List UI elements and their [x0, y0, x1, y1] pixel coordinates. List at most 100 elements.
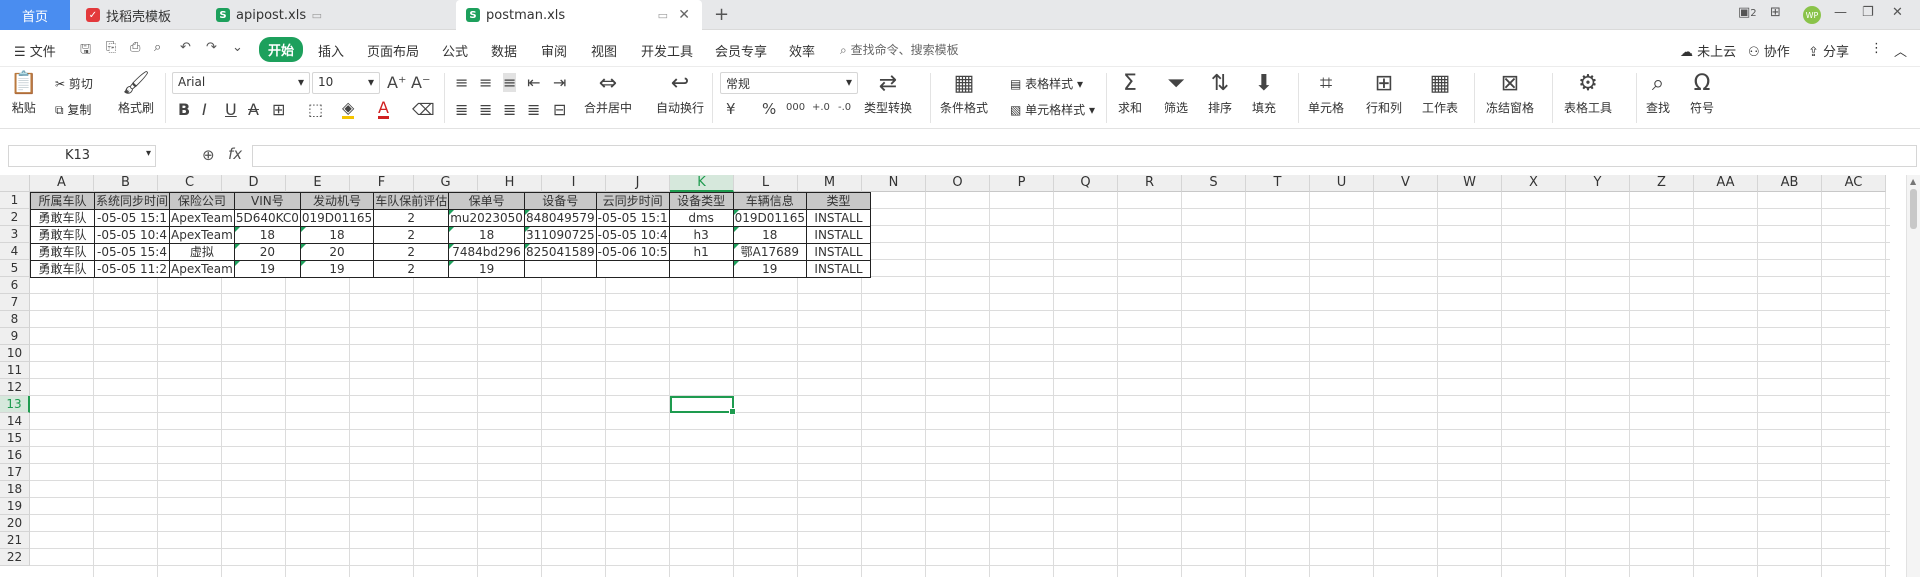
table-cell[interactable]: 勇敢车队 — [30, 226, 95, 244]
row-header-4[interactable]: 4 — [0, 243, 30, 260]
row-header-9[interactable]: 9 — [0, 328, 30, 345]
column-header-k[interactable]: K — [670, 175, 734, 192]
row-header-8[interactable]: 8 — [0, 311, 30, 328]
apps-grid-icon[interactable]: ⊞ — [1770, 5, 1781, 20]
column-header-u[interactable]: U — [1310, 175, 1374, 192]
collab-button[interactable]: ⚇ 协作 — [1748, 41, 1790, 60]
column-header-z[interactable]: Z — [1630, 175, 1694, 192]
cell-button[interactable]: ⌗ 单元格 — [1308, 71, 1344, 116]
table-cell[interactable]: ApexTeam — [169, 260, 235, 278]
table-cell[interactable]: ApexTeam — [169, 209, 235, 227]
tab-apipost[interactable]: S apipost.xls ▭ — [206, 0, 452, 30]
collapse-ribbon-icon[interactable]: ︿ — [1894, 41, 1907, 60]
copy-button[interactable]: ⧉ 复制 — [55, 101, 91, 118]
table-cell[interactable]: 2 — [373, 243, 450, 261]
save-icon[interactable]: 🖫 — [80, 40, 91, 62]
column-header-q[interactable]: Q — [1054, 175, 1118, 192]
table-cell[interactable] — [668, 260, 734, 278]
menu-efficiency[interactable]: 效率 — [789, 41, 815, 60]
table-cell[interactable]: 2 — [373, 226, 450, 244]
header-cell[interactable]: 车辆信息 — [732, 192, 807, 210]
tab-home[interactable]: 首页 — [0, 0, 70, 30]
header-cell[interactable]: 保险公司 — [169, 192, 235, 210]
column-header-ab[interactable]: AB — [1758, 175, 1822, 192]
print-icon[interactable]: ⎙ — [130, 40, 140, 55]
menu-formula[interactable]: 公式 — [442, 41, 468, 60]
table-cell[interactable]: 19 — [233, 260, 301, 278]
column-header-f[interactable]: F — [350, 175, 414, 192]
row-header-15[interactable]: 15 — [0, 430, 30, 447]
table-cell[interactable]: 825041589 — [523, 243, 597, 261]
decimal-decrease-icon[interactable]: -.0 — [838, 102, 851, 113]
column-header-n[interactable]: N — [862, 175, 926, 192]
fx-icon[interactable]: fx — [228, 145, 242, 163]
header-cell[interactable]: 类型 — [805, 192, 871, 210]
tab-template[interactable]: ✓ 找稻壳模板 — [76, 0, 202, 30]
table-cell[interactable]: 19 — [299, 260, 375, 278]
decimal-increase-icon[interactable]: +.0 — [812, 102, 830, 113]
cell-area[interactable]: 所属车队 系统同步时间 保险公司 VIN号 发动机号 车队保前评估 保单号 设备号 云同步时间设… — [30, 192, 1890, 577]
table-cell[interactable]: h1 — [668, 243, 734, 261]
row-header-20[interactable]: 20 — [0, 515, 30, 532]
new-tab-icon[interactable]: + — [714, 4, 729, 25]
align-top-icon[interactable]: ≡ — [455, 73, 468, 92]
header-cell[interactable]: 系统同步时间 — [93, 192, 171, 210]
menu-vip[interactable]: 会员专享 — [715, 41, 767, 60]
thousand-separator-icon[interactable]: 000 — [786, 102, 805, 113]
border-icon[interactable]: ⊞ — [272, 100, 285, 119]
table-cell[interactable]: -05-05 10:4 — [595, 226, 670, 244]
number-format-select[interactable]: 常规 ▾ — [720, 72, 858, 94]
column-header-p[interactable]: P — [990, 175, 1054, 192]
row-header-3[interactable]: 3 — [0, 226, 30, 243]
table-cell[interactable]: 勇敢车队 — [30, 209, 95, 227]
table-cell[interactable] — [523, 260, 597, 278]
row-header-19[interactable]: 19 — [0, 498, 30, 515]
table-cell[interactable]: ApexTeam — [169, 226, 235, 244]
table-cell[interactable]: 019D01165 — [299, 209, 375, 227]
row-header-13[interactable]: 13 — [0, 396, 30, 413]
table-cell[interactable]: 虚拟 — [169, 243, 235, 261]
column-header-ac[interactable]: AC — [1822, 175, 1886, 192]
align-bottom-icon[interactable]: ≡ — [503, 73, 517, 92]
font-shrink-icon[interactable]: A⁻ — [411, 73, 430, 92]
font-name-select[interactable]: Arial ▾ — [172, 72, 310, 94]
table-cell[interactable]: 20 — [233, 243, 301, 261]
selected-cell[interactable] — [670, 396, 736, 415]
table-cell[interactable]: -05-05 15:1 — [93, 209, 171, 227]
table-cell[interactable]: 2 — [373, 209, 450, 227]
sum-button[interactable]: Σ 求和 — [1118, 71, 1142, 116]
merge-center-button[interactable]: ⇔ 合并居中 — [584, 71, 632, 116]
underline-icon[interactable]: U — [225, 100, 237, 119]
column-header-y[interactable]: Y — [1566, 175, 1630, 192]
align-middle-icon[interactable]: ≡ — [479, 73, 492, 92]
distribute-icon[interactable]: ⊟ — [553, 100, 566, 119]
bold-icon[interactable]: B — [178, 100, 190, 119]
row-header-22[interactable]: 22 — [0, 549, 30, 566]
column-header-e[interactable]: E — [286, 175, 350, 192]
table-cell[interactable]: 勇敢车队 — [30, 260, 95, 278]
table-cell[interactable]: 18 — [732, 226, 807, 244]
worksheet-button[interactable]: ▦ 工作表 — [1422, 71, 1458, 116]
table-cell[interactable]: 2 — [373, 260, 450, 278]
quick-access-dropdown-icon[interactable]: ⌄ — [232, 40, 243, 55]
column-header-b[interactable]: B — [94, 175, 158, 192]
row-header-5[interactable]: 5 — [0, 260, 30, 277]
table-cell[interactable]: -05-06 10:5 — [595, 243, 670, 261]
share-button[interactable]: ⇪ 分享 — [1808, 41, 1849, 60]
table-cell[interactable]: dms — [668, 209, 734, 227]
table-cell[interactable]: 19 — [732, 260, 807, 278]
pin-icon[interactable]: ▭ — [312, 9, 322, 22]
symbol-button[interactable]: Ω 符号 — [1690, 71, 1714, 116]
percent-icon[interactable]: % — [762, 100, 776, 118]
currency-icon[interactable]: ¥ — [726, 100, 736, 118]
fill-button[interactable]: ⬇ 填充 — [1252, 71, 1276, 116]
table-cell[interactable]: INSTALL — [805, 226, 871, 244]
undo-icon[interactable]: ↶ — [180, 40, 191, 55]
row-header-2[interactable]: 2 — [0, 209, 30, 226]
conditional-format-button[interactable]: ▦ 条件格式 — [940, 71, 988, 116]
column-header-c[interactable]: C — [158, 175, 222, 192]
scroll-thumb[interactable] — [1910, 189, 1917, 229]
table-cell[interactable]: INSTALL — [805, 260, 871, 278]
vertical-scrollbar[interactable]: ▲ — [1906, 175, 1920, 577]
align-right-icon[interactable]: ≣ — [503, 100, 516, 119]
